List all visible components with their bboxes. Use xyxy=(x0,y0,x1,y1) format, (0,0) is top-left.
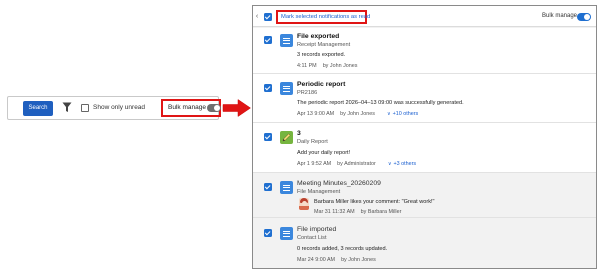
notification-item[interactable]: File imported Contact List 0 records add… xyxy=(253,218,596,268)
more-recipients-link[interactable]: +10 others xyxy=(393,111,419,117)
item-meta: Mar 24 9:00 AM by John Jones xyxy=(297,257,376,263)
item-body: The periodic report 2026–04–13 09:00 was… xyxy=(297,100,464,106)
collapse-panel-icon[interactable]: ‹ xyxy=(253,10,261,24)
item-body: Add your daily report! xyxy=(297,150,351,156)
item-title: File exported xyxy=(297,33,340,40)
document-icon xyxy=(280,181,293,194)
bulk-manage-label: Bulk manage xyxy=(542,13,578,19)
mark-selected-read-link[interactable]: Mark selected notifications as read xyxy=(281,14,370,20)
item-source: Contact List xyxy=(297,235,327,241)
avatar xyxy=(299,198,309,210)
toggle-knob xyxy=(584,14,590,20)
pencil-glyph xyxy=(282,133,291,142)
item-title: Meeting Minutes_20260209 xyxy=(297,180,381,187)
item-checkbox[interactable] xyxy=(264,36,272,44)
more-recipients-link[interactable]: +3 others xyxy=(394,161,417,167)
notification-item[interactable]: Periodic report PR2186 The periodic repo… xyxy=(253,74,596,123)
item-time: Mar 31 11:32 AM xyxy=(314,209,355,215)
notifications-panel: ‹ Mark selected notifications as read Bu… xyxy=(252,5,597,269)
notification-item[interactable]: Meeting Minutes_20260209 File Management… xyxy=(253,173,596,218)
item-source: PR2186 xyxy=(297,90,318,96)
bulk-manage-label: Bulk manage xyxy=(168,104,206,111)
show-only-unread-label: Show only unread xyxy=(93,104,146,111)
annotated-screenshot: { "toolbar": { "search_label": "Search",… xyxy=(0,0,600,275)
bulk-manage-highlight-box: Bulk manage xyxy=(161,99,221,117)
notification-item[interactable]: 3 Daily Report Add your daily report! Ap… xyxy=(253,123,596,173)
item-body: Barbara Miller likes your comment: "Grea… xyxy=(314,199,435,205)
item-checkbox[interactable] xyxy=(264,183,272,191)
item-meta: Apr 13 9:00 AM by John Jones ∨ +10 others xyxy=(297,111,418,117)
item-checkbox[interactable] xyxy=(264,84,272,92)
chevron-down-icon: ∨ xyxy=(386,111,391,117)
panel-header: ‹ Mark selected notifications as read Bu… xyxy=(253,6,596,27)
chevron-down-icon: ∨ xyxy=(387,161,392,167)
item-title: Periodic report xyxy=(297,81,346,88)
item-meta: Apr 1 9:52 AM by Administrator ∨ +3 others xyxy=(297,161,416,167)
notification-item[interactable]: File exported Receipt Management 3 recor… xyxy=(253,28,596,74)
item-meta: Mar 31 11:32 AM by Barbara Miller xyxy=(314,209,401,215)
document-icon xyxy=(280,227,293,240)
item-source: Daily Report xyxy=(297,139,328,145)
item-author: by John Jones xyxy=(322,63,358,69)
select-all-checkbox[interactable] xyxy=(264,13,272,21)
item-author: by Barbara Miller xyxy=(360,209,402,215)
bulk-manage-toggle[interactable] xyxy=(207,104,221,112)
bulk-manage-toggle[interactable] xyxy=(577,13,591,21)
item-checkbox[interactable] xyxy=(264,229,272,237)
pencil-icon xyxy=(280,131,293,144)
list-toolbar: Search Show only unread Bulk manage xyxy=(7,96,221,120)
filter-icon[interactable] xyxy=(62,102,72,113)
item-time: Mar 24 9:00 AM xyxy=(297,257,336,263)
item-author: by John Jones xyxy=(341,257,376,263)
item-body: 3 records exported. xyxy=(297,52,346,58)
document-icon xyxy=(280,34,293,47)
mark-read-highlight-box: Mark selected notifications as read xyxy=(276,10,370,24)
item-time: Apr 1 9:52 AM xyxy=(297,161,332,167)
item-checkbox[interactable] xyxy=(264,133,272,141)
item-time: Apr 13 9:00 AM xyxy=(297,111,335,117)
item-title: File imported xyxy=(297,226,337,233)
item-author: by Administrator xyxy=(337,161,376,167)
right-arrow-icon xyxy=(222,99,251,117)
toggle-knob xyxy=(214,105,220,111)
item-title: 3 xyxy=(297,130,301,137)
document-icon xyxy=(280,82,293,95)
item-body: 0 records added, 3 records updated. xyxy=(297,246,388,252)
item-author: by John Jones xyxy=(340,111,375,117)
item-time: 4:11 PM xyxy=(297,63,317,69)
search-button[interactable]: Search xyxy=(23,101,53,116)
item-meta: 4:11 PM by John Jones xyxy=(297,63,357,69)
item-source: File Management xyxy=(297,189,341,195)
item-source: Receipt Management xyxy=(297,42,351,48)
show-only-unread-checkbox[interactable] xyxy=(81,104,89,112)
